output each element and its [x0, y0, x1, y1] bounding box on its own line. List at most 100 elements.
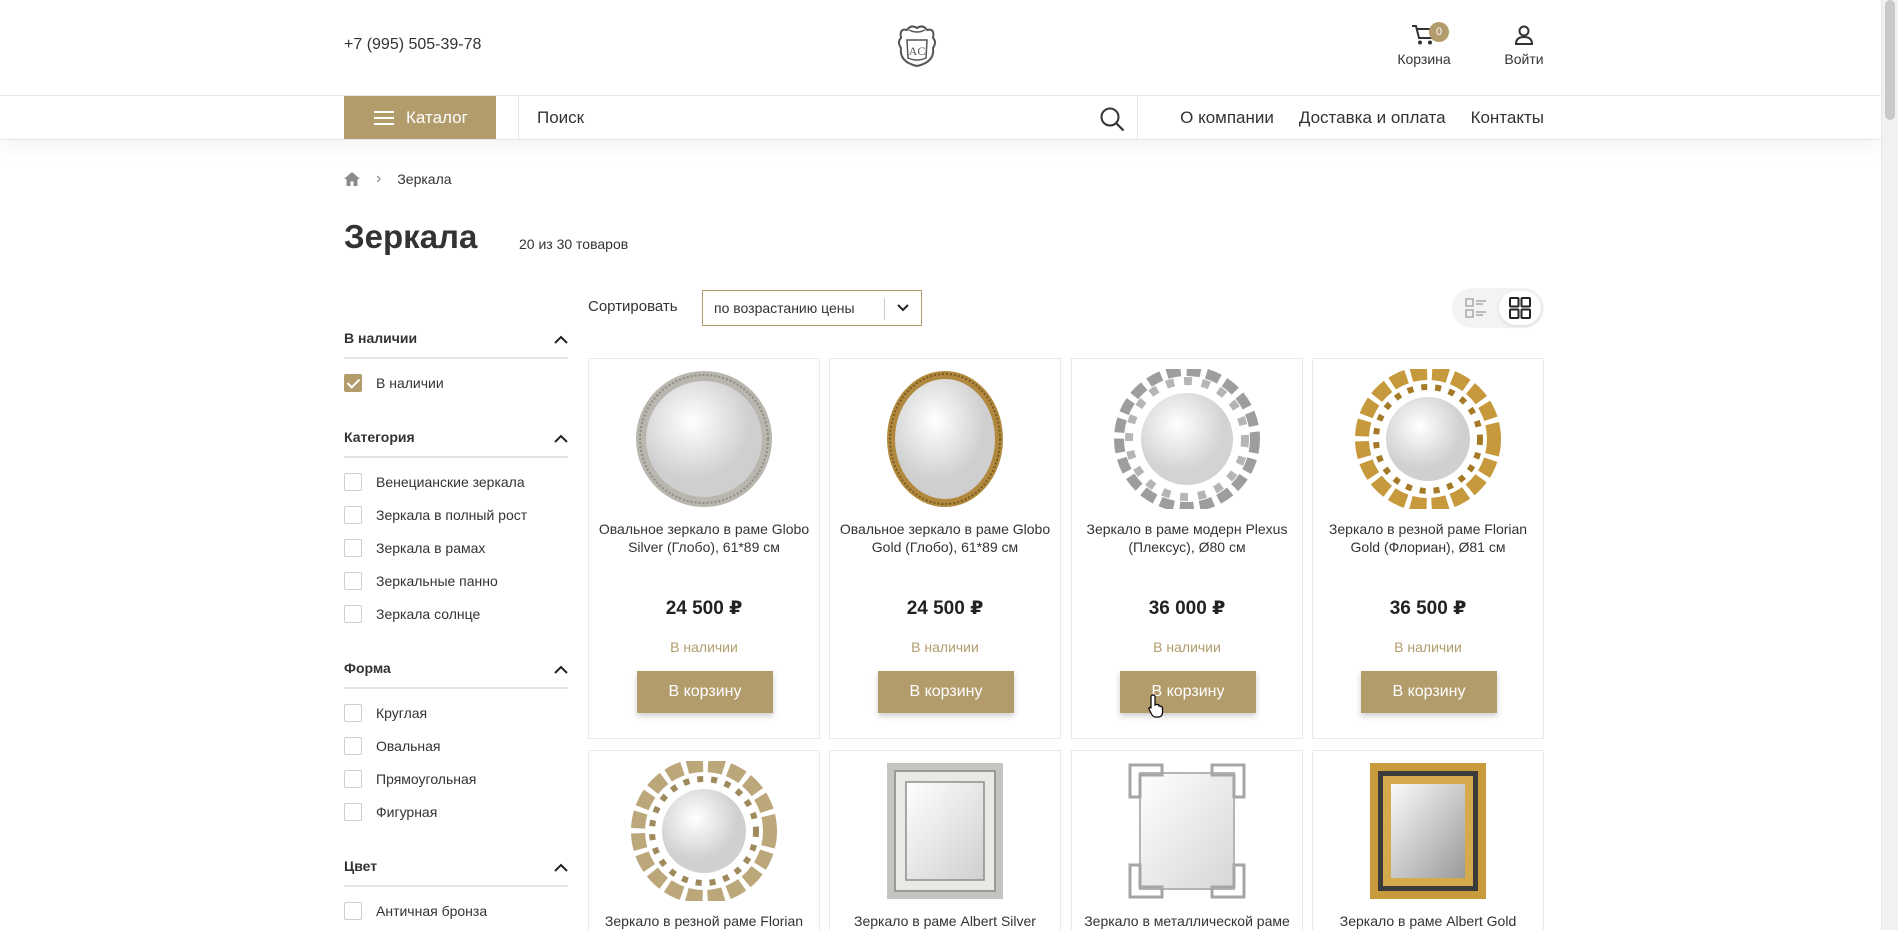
filter-option-label: Зеркала солнце [376, 606, 481, 622]
product-card[interactable]: Зеркало в резной раме Florian Gold (Флор… [1312, 358, 1544, 739]
filter-header[interactable]: В наличии [344, 330, 568, 359]
chevron-right-icon: › [376, 170, 382, 187]
list-view-button[interactable] [1455, 291, 1497, 325]
checkbox[interactable] [344, 374, 362, 392]
search-input[interactable] [537, 96, 1077, 139]
filter-option-label: Зеркала в полный рост [376, 507, 528, 523]
filter-option[interactable]: Овальная [344, 737, 441, 755]
breadcrumb: › Зеркала [344, 170, 452, 188]
stock-status: В наличии [670, 639, 738, 655]
filter-option[interactable]: Зеркала солнце [344, 605, 480, 623]
phone-number[interactable]: +7 (995) 505-39-78 [344, 36, 481, 54]
checkbox[interactable] [344, 770, 362, 788]
add-to-cart-button[interactable]: В корзину [1120, 671, 1256, 713]
product-name[interactable]: Зеркало в раме Albert Gold [1321, 912, 1535, 930]
product-image[interactable] [1353, 369, 1503, 509]
checkbox[interactable] [344, 704, 362, 722]
filter-header[interactable]: Форма [344, 660, 568, 689]
product-image[interactable] [629, 761, 779, 901]
add-to-cart-button[interactable]: В корзину [637, 671, 773, 713]
product-card[interactable]: Овальное зеркало в раме Globo Gold (Глоб… [829, 358, 1061, 739]
product-image[interactable] [629, 369, 779, 509]
product-name[interactable]: Овальное зеркало в раме Globo Gold (Глоб… [838, 520, 1052, 556]
checkbox[interactable] [344, 572, 362, 590]
user-icon [1511, 24, 1537, 46]
nav-link-contacts[interactable]: Контакты [1471, 108, 1544, 128]
add-to-cart-button[interactable]: В корзину [1361, 671, 1497, 713]
scrollbar-thumb[interactable] [1885, 0, 1895, 120]
stock-status: В наличии [1153, 639, 1221, 655]
product-image[interactable] [1112, 761, 1262, 901]
filter-option[interactable]: Зеркальные панно [344, 572, 498, 590]
filter-option[interactable]: Зеркала в рамах [344, 539, 485, 557]
filter-group-availability: В наличии В наличии [344, 330, 568, 392]
filter-option[interactable]: Зеркала в полный рост [344, 506, 527, 524]
product-name[interactable]: Овальное зеркало в раме Globo Silver (Гл… [597, 520, 811, 556]
filter-group-shape: Форма Круглая Овальная Прямоугольная Фиг… [344, 660, 568, 821]
filter-option[interactable]: Прямоугольная [344, 770, 476, 788]
filter-header[interactable]: Категория [344, 429, 568, 458]
cart-icon: 0 [1411, 22, 1449, 46]
checkbox[interactable] [344, 473, 362, 491]
checkbox[interactable] [344, 605, 362, 623]
view-toggle [1452, 288, 1544, 328]
product-name[interactable]: Зеркало в резной раме Florian Gold (Флор… [1321, 520, 1535, 556]
top-nav-links: О компании Доставка и оплата Контакты [1180, 108, 1544, 128]
chevron-down-icon [897, 304, 909, 312]
checkbox[interactable] [344, 737, 362, 755]
home-icon[interactable] [344, 172, 360, 186]
search-box [518, 96, 1138, 139]
page-title: Зеркала [344, 218, 478, 255]
product-card[interactable]: Зеркало в резной раме Florian [588, 750, 820, 930]
filter-option-label: В наличии [376, 375, 444, 391]
filter-option[interactable]: Фигурная [344, 803, 437, 821]
checkbox[interactable] [344, 506, 362, 524]
catalog-button[interactable]: Каталог [344, 96, 496, 139]
stock-status: В наличии [911, 639, 979, 655]
stock-status: В наличии [1394, 639, 1462, 655]
chevron-up-icon [554, 434, 568, 443]
site-header: +7 (995) 505-39-78 AC 0 Корзина Войти [0, 0, 1881, 96]
filter-group-color: Цвет Античная бронза [344, 858, 568, 920]
chevron-up-icon [554, 863, 568, 872]
checkbox[interactable] [344, 902, 362, 920]
product-image[interactable] [870, 761, 1020, 901]
filter-option-label: Зеркальные панно [376, 573, 498, 589]
product-card[interactable]: Зеркало в металлической раме [1071, 750, 1303, 930]
product-name[interactable]: Зеркало в резной раме Florian [597, 912, 811, 930]
product-image[interactable] [1353, 761, 1503, 901]
cart-button[interactable]: 0 Корзина [1392, 22, 1456, 67]
sort-label: Сортировать [588, 298, 678, 315]
nav-link-delivery[interactable]: Доставка и оплата [1299, 108, 1446, 128]
filter-header[interactable]: Цвет [344, 858, 568, 887]
product-name[interactable]: Зеркало в раме Albert Silver [838, 912, 1052, 930]
filter-option[interactable]: Венецианские зеркала [344, 473, 525, 491]
product-card[interactable]: Зеркало в раме Albert Silver [829, 750, 1061, 930]
filter-option[interactable]: В наличии [344, 374, 444, 392]
login-label: Войти [1504, 51, 1544, 67]
checkbox[interactable] [344, 803, 362, 821]
pointer-cursor-icon [1148, 694, 1164, 718]
logo-icon[interactable]: AC [893, 22, 941, 70]
product-card[interactable]: Зеркало в раме Albert Gold [1312, 750, 1544, 930]
vertical-scrollbar[interactable] [1881, 0, 1898, 930]
search-icon[interactable] [1099, 106, 1125, 132]
checkbox[interactable] [344, 539, 362, 557]
product-image[interactable] [1112, 369, 1262, 509]
product-image[interactable] [870, 369, 1020, 509]
product-card[interactable]: Овальное зеркало в раме Globo Silver (Гл… [588, 358, 820, 739]
filter-option-label: Зеркала в рамах [376, 540, 486, 556]
filter-option[interactable]: Античная бронза [344, 902, 487, 920]
chevron-up-icon [554, 335, 568, 344]
grid-view-button[interactable] [1499, 291, 1541, 325]
filter-option[interactable]: Круглая [344, 704, 427, 722]
product-name[interactable]: Зеркало в раме модерн Plexus (Плексус), … [1080, 520, 1294, 556]
add-to-cart-button[interactable]: В корзину [878, 671, 1014, 713]
product-name[interactable]: Зеркало в металлической раме [1080, 912, 1294, 930]
product-price: 24 500 ₽ [906, 598, 984, 619]
product-card[interactable]: Зеркало в раме модерн Plexus (Плексус), … [1071, 358, 1303, 739]
nav-link-about[interactable]: О компании [1180, 108, 1274, 128]
list-view-icon [1465, 298, 1486, 318]
login-button[interactable]: Войти [1500, 24, 1548, 67]
sort-select[interactable]: по возрастанию цены [702, 290, 922, 326]
